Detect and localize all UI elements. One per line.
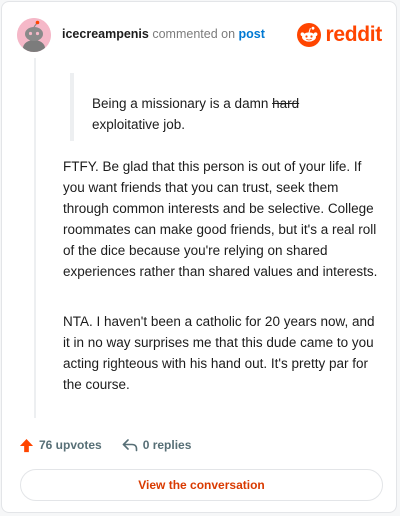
upvote-arrow-icon <box>19 438 34 452</box>
snoo-avatar-icon <box>17 18 51 52</box>
quote-prefix: Being a missionary is a damn <box>92 96 273 111</box>
comment-meta: icecreampenis commented on post <box>62 27 265 41</box>
upvotes-count: 76 upvotes <box>39 438 102 452</box>
comment-card: icecreampenis commented on post reddit B… <box>1 1 397 513</box>
post-link[interactable]: post <box>239 27 265 41</box>
quote-strikethrough: hard <box>272 96 300 111</box>
reddit-brand[interactable]: reddit <box>297 21 382 49</box>
comment-paragraph: NTA. I haven't been a catholic for 20 ye… <box>63 314 375 392</box>
thread-line <box>34 58 36 418</box>
reddit-wordmark: reddit <box>325 23 382 46</box>
comment-header: icecreampenis commented on post reddit <box>17 18 382 52</box>
blockquote-bar <box>70 73 74 141</box>
comment-stats: 76 upvotes 0 replies <box>19 436 191 454</box>
reddit-logo-icon <box>297 23 322 47</box>
quote-suffix: exploitative job. <box>92 117 186 132</box>
action-text: commented on <box>152 27 236 41</box>
comment-paragraph: FTFY. Be glad that this person is out of… <box>63 159 378 279</box>
view-conversation-button[interactable]: View the conversation <box>20 469 383 501</box>
replies-count: 0 replies <box>142 438 192 452</box>
reply-arrow-icon <box>122 439 138 452</box>
username-link[interactable]: icecreampenis <box>62 27 149 41</box>
user-avatar[interactable] <box>17 18 51 52</box>
replies-stat[interactable]: 0 replies <box>122 438 192 452</box>
upvotes-stat[interactable]: 76 upvotes <box>19 438 102 453</box>
blockquote: Being a missionary is a damn hard exploi… <box>92 93 332 135</box>
